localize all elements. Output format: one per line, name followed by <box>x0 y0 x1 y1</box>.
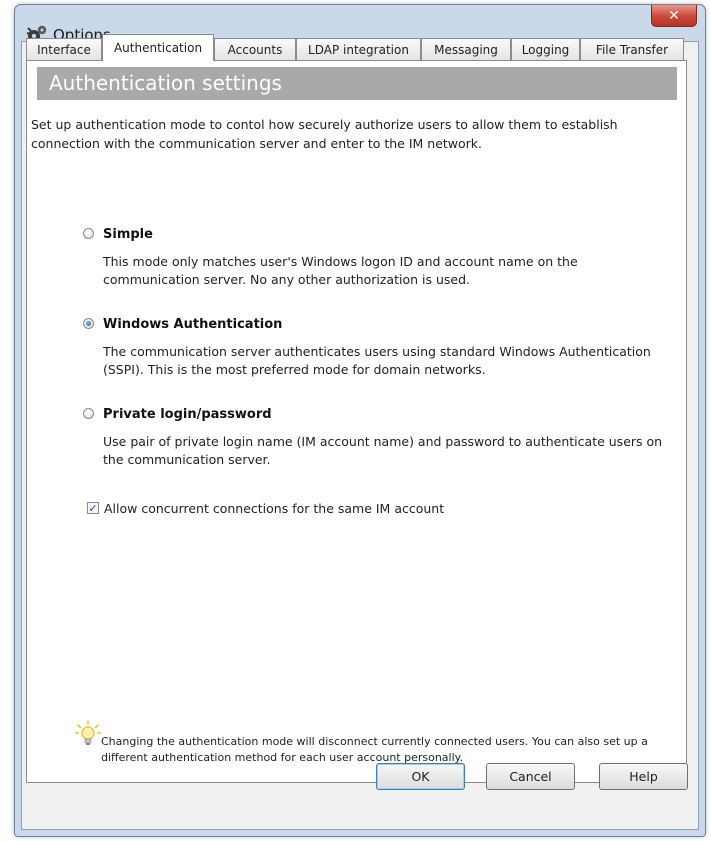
section-title: Authentication settings <box>49 71 282 95</box>
tab-messaging[interactable]: Messaging <box>421 38 511 60</box>
tab-file-transfer[interactable]: File Transfer <box>580 38 684 60</box>
tab-authentication[interactable]: Authentication <box>102 34 214 61</box>
close-button[interactable]: ✕ <box>651 5 697 27</box>
options-window: Options ✕ Interface Authentication Accou… <box>14 4 706 837</box>
intro-text: Set up authentication mode to contol how… <box>31 117 618 151</box>
tab-accounts[interactable]: Accounts <box>214 38 296 60</box>
concurrent-connections-label[interactable]: Allow concurrent connections for the sam… <box>104 501 444 516</box>
concurrent-connections-checkbox[interactable]: ✓ <box>87 502 99 514</box>
tab-interface[interactable]: Interface <box>26 38 102 60</box>
close-icon: ✕ <box>668 7 680 24</box>
tab-strip: Interface Authentication Accounts LDAP i… <box>26 34 686 61</box>
option-windows-authentication-description: The communication server authenticates u… <box>103 344 651 377</box>
option-simple-label[interactable]: Simple <box>103 227 153 242</box>
lightbulb-icon <box>75 720 101 745</box>
tab-ldap-integration[interactable]: LDAP integration <box>296 38 421 60</box>
option-windows-authentication-label[interactable]: Windows Authentication <box>103 317 282 332</box>
option-private-login-label[interactable]: Private login/password <box>103 407 272 422</box>
radio-windows-authentication[interactable] <box>83 318 94 329</box>
authentication-panel: Authentication settings Set up authentic… <box>26 60 687 783</box>
tab-logging[interactable]: Logging <box>511 38 580 60</box>
option-private-login-description: Use pair of private login name (IM accou… <box>103 434 663 467</box>
radio-selected-dot <box>86 321 91 326</box>
radio-private-login[interactable] <box>83 408 94 419</box>
help-button[interactable]: Help <box>599 763 688 790</box>
option-simple-description: This mode only matches user's Windows lo… <box>103 254 578 287</box>
note-text: Changing the authentication mode will di… <box>101 735 648 764</box>
cancel-button[interactable]: Cancel <box>486 763 575 790</box>
radio-simple[interactable] <box>83 228 94 239</box>
ok-button[interactable]: OK <box>376 763 465 790</box>
section-header: Authentication settings <box>37 67 677 100</box>
